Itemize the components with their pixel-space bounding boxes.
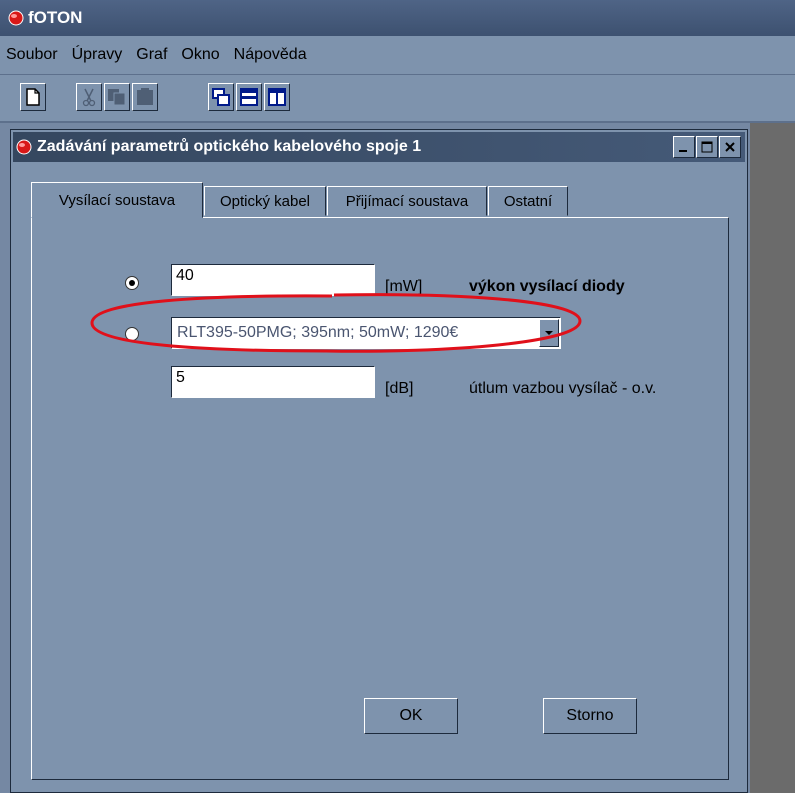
menu-graf[interactable]: Graf	[136, 46, 167, 64]
new-document-icon	[26, 88, 40, 106]
menu-napoveda[interactable]: Nápověda	[234, 46, 307, 64]
tile-horizontal-button[interactable]	[236, 83, 262, 111]
new-document-button[interactable]	[20, 83, 46, 111]
tab-label: Ostatní	[503, 192, 553, 210]
dialog-window-controls	[672, 136, 741, 158]
menu-upravy[interactable]: Úpravy	[72, 46, 123, 64]
maximize-button[interactable]	[696, 136, 718, 158]
mdi-workspace: Zadávání parametrů optického kabelového …	[0, 123, 795, 793]
app-logo-icon	[8, 10, 24, 26]
tab-label: Přijímací soustava	[345, 192, 469, 210]
tab-opticky-kabel[interactable]: Optický kabel	[204, 186, 326, 216]
minimize-button[interactable]	[673, 136, 695, 158]
tile-horizontal-icon	[240, 88, 258, 106]
app-title: fOTON	[28, 8, 83, 27]
highlight-annotation	[90, 293, 582, 353]
menu-okno[interactable]: Okno	[181, 46, 219, 64]
tab-label: Optický kabel	[219, 192, 311, 210]
ok-button[interactable]: OK	[364, 698, 458, 734]
menu-soubor[interactable]: Soubor	[6, 46, 58, 64]
tab-label: Vysílací soustava	[58, 191, 176, 209]
scissors-icon	[82, 88, 96, 107]
mdi-background	[750, 123, 795, 793]
parameters-dialog: Zadávání parametrů optického kabelového …	[10, 129, 748, 793]
tab-prijimaci-soustava[interactable]: Přijímací soustava	[327, 186, 487, 216]
tab-vysilaci-soustava[interactable]: Vysílací soustava	[31, 182, 203, 218]
dialog-title: Zadávání parametrů optického kabelového …	[37, 138, 422, 155]
close-button[interactable]	[719, 136, 741, 158]
copy-button[interactable]	[104, 83, 130, 111]
coupling-loss-label: útlum vazbou vysílač - o.v.	[469, 380, 657, 397]
paste-button[interactable]	[132, 83, 158, 111]
cut-button[interactable]	[76, 83, 102, 111]
tile-vertical-button[interactable]	[264, 83, 290, 111]
coupling-unit-label: [dB]	[385, 380, 414, 397]
dialog-logo-icon	[16, 139, 32, 155]
menubar: Soubor Úpravy Graf Okno Nápověda	[0, 36, 795, 75]
minimize-icon	[679, 150, 687, 152]
copy-icon	[108, 89, 126, 106]
tile-vertical-icon	[268, 88, 286, 106]
tab-ostatni[interactable]: Ostatní	[488, 186, 568, 216]
cascade-icon	[212, 88, 230, 106]
cancel-button[interactable]: Storno	[543, 698, 637, 734]
cascade-windows-button[interactable]	[208, 83, 234, 111]
toolbar	[0, 75, 795, 123]
maximize-icon	[701, 141, 713, 153]
dialog-titlebar: Zadávání parametrů optického kabelového …	[13, 132, 745, 162]
coupling-loss-input[interactable]: 5	[171, 366, 375, 398]
paste-icon	[137, 88, 153, 105]
power-manual-radio[interactable]	[125, 276, 139, 290]
app-titlebar: fOTON	[0, 0, 795, 36]
close-icon	[725, 142, 735, 152]
